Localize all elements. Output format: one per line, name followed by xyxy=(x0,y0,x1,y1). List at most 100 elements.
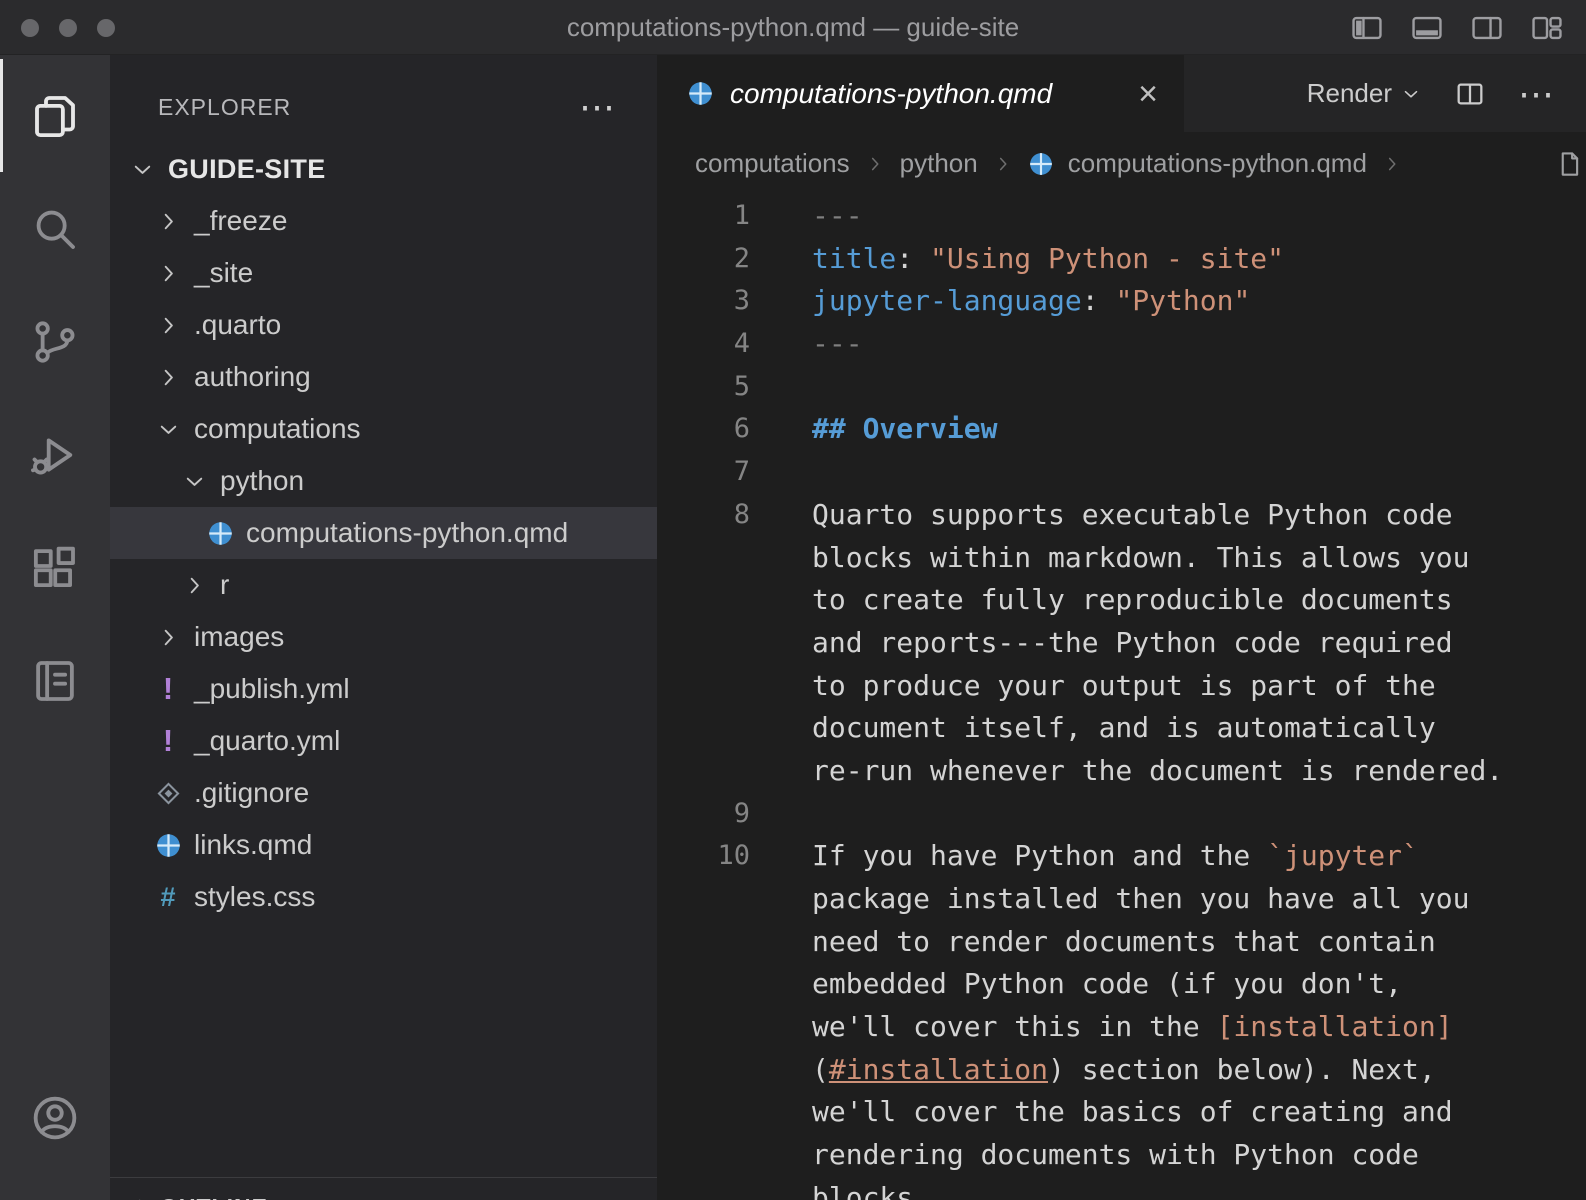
tree-item-gitignore[interactable]: .gitignore xyxy=(110,767,657,819)
extensions-icon xyxy=(28,541,82,595)
code-line-text: blocks. xyxy=(750,1177,930,1200)
code-line-text: document itself, and is automatically xyxy=(750,707,1436,750)
code-segment: need to render documents that contain xyxy=(812,925,1436,958)
toggle-panel-icon[interactable] xyxy=(1410,11,1444,45)
tree-item-styles-css[interactable]: #styles.css xyxy=(110,871,657,923)
code-segment: we'll cover the basics of creating and xyxy=(812,1095,1453,1128)
code-line[interactable]: (#installation) section below). Next, xyxy=(657,1049,1586,1092)
search-icon xyxy=(28,202,82,256)
code-line[interactable]: 6## Overview xyxy=(657,408,1586,451)
code-segment: to create fully reproducible documents xyxy=(812,583,1453,616)
account-icon xyxy=(28,1091,82,1145)
explorer-title: EXPLORER xyxy=(158,94,291,121)
code-line[interactable]: to produce your output is part of the xyxy=(657,665,1586,708)
line-number: 9 xyxy=(657,793,750,836)
breadcrumb-item-computations-python-qmd[interactable]: computations-python.qmd xyxy=(1068,148,1367,179)
code-line-text: title: "Using Python - site" xyxy=(750,238,1284,281)
tree-item-r[interactable]: r xyxy=(110,559,657,611)
sidebar-explorer: EXPLORER ⋯ GUIDE-SITE_freeze_site.quarto… xyxy=(110,55,657,1200)
code-line[interactable]: 7 xyxy=(657,451,1586,494)
code-segment: If you have Python and the xyxy=(812,839,1267,872)
tree-item-guide-site[interactable]: GUIDE-SITE xyxy=(110,143,657,195)
code-line[interactable]: embedded Python code (if you don't, xyxy=(657,963,1586,1006)
code-line[interactable]: 10If you have Python and the `jupyter` xyxy=(657,835,1586,878)
split-editor-icon[interactable] xyxy=(1454,78,1486,110)
window-title: computations-python.qmd — guide-site xyxy=(0,0,1586,55)
tree-item-quarto-yml[interactable]: !_quarto.yml xyxy=(110,715,657,767)
code-line-text xyxy=(750,793,812,836)
editor-actions: Render ⋯ xyxy=(1307,55,1586,132)
editor-more-actions-button[interactable]: ⋯ xyxy=(1518,84,1554,104)
code-line[interactable]: need to render documents that contain xyxy=(657,921,1586,964)
tree-item-label: python xyxy=(220,465,304,497)
chevron-collapsed-icon xyxy=(155,208,182,235)
breadcrumbs: computations python computations-python.qm… xyxy=(657,132,1586,195)
code-segment: ) section below). Next, xyxy=(1048,1053,1436,1086)
tree-item-label: authoring xyxy=(194,361,311,393)
line-number: 6 xyxy=(657,408,750,451)
code-segment: : xyxy=(1082,284,1116,317)
code-line-text: re-run whenever the document is rendered… xyxy=(750,750,1503,793)
line-number xyxy=(657,1091,750,1134)
code-line[interactable]: 4--- xyxy=(657,323,1586,366)
tree-item-computations-python-qmd[interactable]: computations-python.qmd xyxy=(110,507,657,559)
code-line-text: we'll cover the basics of creating and xyxy=(750,1091,1453,1134)
outline-section-header[interactable]: OUTLINE xyxy=(110,1177,657,1200)
tree-item-authoring[interactable]: authoring xyxy=(110,351,657,403)
code-line[interactable]: we'll cover this in the [installation] xyxy=(657,1006,1586,1049)
code-line[interactable]: package installed then you have all you xyxy=(657,878,1586,921)
activity-item-explorer[interactable] xyxy=(0,59,110,172)
code-editor[interactable]: 1---2title: "Using Python - site"3jupyte… xyxy=(657,195,1586,1200)
toggle-secondary-sidebar-icon[interactable] xyxy=(1470,11,1504,45)
tree-item-label: computations xyxy=(194,413,361,445)
code-line[interactable]: we'll cover the basics of creating and xyxy=(657,1091,1586,1134)
code-segment: --- xyxy=(812,199,863,232)
tree-item-quarto[interactable]: .quarto xyxy=(110,299,657,351)
code-line[interactable]: and reports---the Python code required xyxy=(657,622,1586,665)
code-line[interactable]: re-run whenever the document is rendered… xyxy=(657,750,1586,793)
activity-item-run-debug[interactable] xyxy=(0,398,110,511)
code-segment: ( xyxy=(812,1053,829,1086)
line-number xyxy=(657,921,750,964)
close-tab-icon[interactable]: × xyxy=(1138,77,1158,111)
code-line[interactable]: blocks. xyxy=(657,1177,1586,1200)
activity-item-account[interactable] xyxy=(0,1061,110,1174)
render-button[interactable]: Render xyxy=(1307,78,1422,109)
code-line[interactable]: rendering documents with Python code xyxy=(657,1134,1586,1177)
customize-layout-icon[interactable] xyxy=(1530,11,1564,45)
yaml-file-icon: ! xyxy=(163,723,173,759)
toggle-primary-sidebar-icon[interactable] xyxy=(1350,11,1384,45)
code-line[interactable]: 2title: "Using Python - site" xyxy=(657,238,1586,281)
tree-item-links-qmd[interactable]: links.qmd xyxy=(110,819,657,871)
titlebar-layout-controls xyxy=(1350,0,1564,55)
activity-bar xyxy=(0,55,110,1200)
breadcrumb-item-python[interactable]: python xyxy=(900,148,978,179)
code-line[interactable]: 8Quarto supports executable Python code xyxy=(657,494,1586,537)
code-line[interactable]: blocks within markdown. This allows you xyxy=(657,537,1586,580)
code-line[interactable]: to create fully reproducible documents xyxy=(657,579,1586,622)
code-segment: #installation xyxy=(829,1053,1048,1086)
code-line[interactable]: 9 xyxy=(657,793,1586,836)
tree-item-publish-yml[interactable]: !_publish.yml xyxy=(110,663,657,715)
tree-item-site[interactable]: _site xyxy=(110,247,657,299)
code-line[interactable]: 5 xyxy=(657,366,1586,409)
code-line[interactable]: 1--- xyxy=(657,195,1586,238)
tree-item-label: images xyxy=(194,621,284,653)
activity-item-extensions[interactable] xyxy=(0,511,110,624)
tree-item-images[interactable]: images xyxy=(110,611,657,663)
line-number xyxy=(657,622,750,665)
code-line-text: jupyter-language: "Python" xyxy=(750,280,1250,323)
tree-item-python[interactable]: python xyxy=(110,455,657,507)
activity-item-notebook[interactable] xyxy=(0,624,110,737)
explorer-more-actions-button[interactable]: ⋯ xyxy=(579,97,615,117)
activity-item-source-control[interactable] xyxy=(0,285,110,398)
tree-item-computations[interactable]: computations xyxy=(110,403,657,455)
code-line[interactable]: 3jupyter-language: "Python" xyxy=(657,280,1586,323)
tree-item-freeze[interactable]: _freeze xyxy=(110,195,657,247)
breadcrumb-item-computations[interactable]: computations xyxy=(695,148,850,179)
tab-computations-python-qmd[interactable]: computations-python.qmd × xyxy=(657,55,1184,132)
line-number xyxy=(657,579,750,622)
code-segment: : xyxy=(896,242,930,275)
activity-item-search[interactable] xyxy=(0,172,110,285)
code-line[interactable]: document itself, and is automatically xyxy=(657,707,1586,750)
